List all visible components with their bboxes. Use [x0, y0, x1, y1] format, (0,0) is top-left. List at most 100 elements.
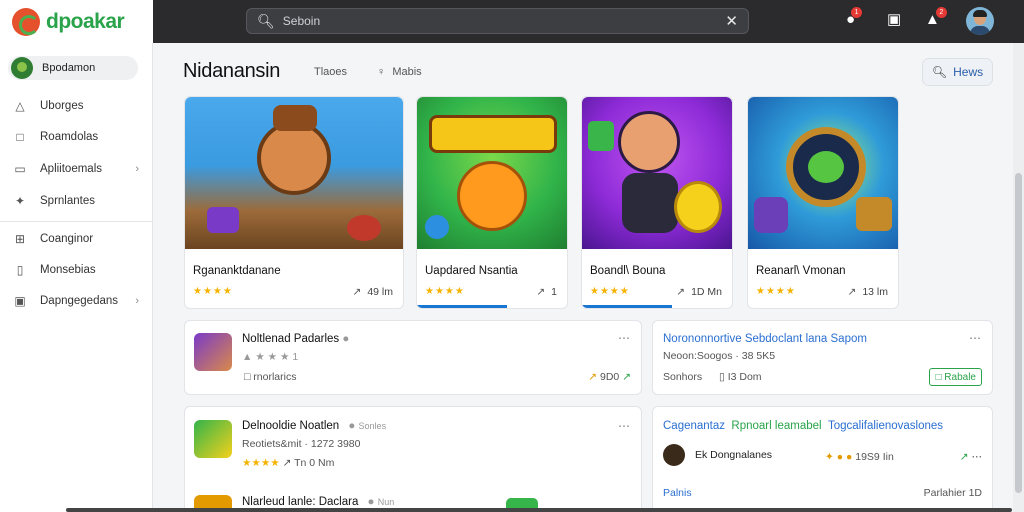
- feed-line: Reotiets&mit · 1272 3980: [242, 438, 361, 450]
- game-character: [257, 121, 331, 195]
- notification-badge: 1: [851, 7, 863, 18]
- game-character: [674, 181, 722, 233]
- window-icon: ▭: [14, 162, 26, 176]
- sidebar-item-7[interactable]: ▣ Dapngegedans ›: [0, 289, 153, 313]
- settings-icon: ✦: [14, 194, 26, 208]
- vertical-scrollbar[interactable]: [1013, 43, 1024, 512]
- game-character: [618, 111, 680, 173]
- more-options-icon[interactable]: ⋯: [618, 419, 631, 433]
- rating-stars: ★★★★: [756, 286, 796, 297]
- game-character: [622, 173, 678, 233]
- close-icon[interactable]: ✕: [725, 12, 738, 30]
- trend-icon: ↗: [588, 371, 598, 383]
- tab-label: Mabis: [392, 66, 422, 78]
- news-foot-left[interactable]: Palnis: [663, 487, 692, 499]
- sidebar-item-6[interactable]: ▯ Monsebias: [0, 258, 153, 282]
- logo-mark-icon: [12, 7, 40, 36]
- feed-meta: ★★★★ ↗ Tn 0 Nm: [242, 457, 335, 469]
- sidebar-user[interactable]: Bpodamon: [8, 56, 138, 80]
- game-meta: ↗ 1D Mn: [676, 286, 722, 298]
- news-item[interactable]: Cagenantaz Rpnoarl leamabel Togcalifalie…: [652, 406, 993, 512]
- search-icon: 🔍︎: [257, 12, 275, 29]
- scrollbar-thumb[interactable]: [1015, 173, 1022, 493]
- sidebar-item-4[interactable]: ✦ Sprnlantes: [0, 189, 153, 213]
- bulb-icon: △: [15, 99, 25, 113]
- game-character: [808, 151, 844, 183]
- target-icon: ▣: [14, 294, 26, 308]
- info-icon: ●: [348, 420, 356, 432]
- news-meta: ✦ ● ● 19S9 Iin: [825, 451, 894, 463]
- game-meta: ↗ 1: [536, 286, 557, 298]
- book-icon: □: [16, 130, 24, 144]
- news-button[interactable]: 🔍︎ Hews: [922, 58, 993, 86]
- sidebar-item-5[interactable]: ⊞ Coanginor: [0, 227, 153, 251]
- game-item: [425, 215, 449, 239]
- trend-icon: ↗: [847, 286, 857, 298]
- user-icon: ♀︎: [377, 66, 386, 78]
- trend-icon: ↗: [536, 286, 546, 298]
- reaction-icons: ✦ ● ●: [825, 451, 853, 463]
- game-item: [347, 215, 381, 241]
- calendar-icon: ▯: [719, 371, 725, 383]
- controller-icon[interactable]: ● 1: [846, 7, 863, 29]
- top-bar: dpoakar 🔍︎ Seboin ✕ ● 1 ▣ ▲ 2: [0, 0, 1024, 43]
- rating-stars: ★★★★: [193, 286, 233, 297]
- game-card[interactable]: Reanarl\ Vmonan ★★★★ ↗ 13 lm: [747, 96, 899, 309]
- news-date: ▯ I3 Dom: [719, 371, 762, 383]
- bell-icon[interactable]: ▲ 2: [925, 7, 947, 29]
- game-name: Rgananktdanane: [193, 265, 281, 277]
- news-sub: Sonhors: [663, 371, 703, 383]
- feed-item[interactable]: Noltlenad Padarles ● ▲ ★ ★ ★ 1 □ rnorlar…: [184, 320, 642, 395]
- grid-icon: ⊞: [14, 232, 26, 246]
- game-name: Boandl\ Bouna: [590, 265, 666, 277]
- game-art: [417, 97, 567, 249]
- avatar[interactable]: [966, 7, 994, 35]
- tab-user[interactable]: ♀︎ Mabis: [377, 66, 422, 78]
- more-options-icon[interactable]: ⋯: [618, 331, 631, 345]
- more-options-icon: ⋯: [971, 451, 983, 463]
- search-icon: 🔍︎: [931, 65, 948, 79]
- notification-badge: 2: [935, 7, 947, 18]
- more-options-icon[interactable]: ⋯: [969, 331, 982, 345]
- game-card[interactable]: Boandl\ Bouna ★★★★ ↗ 1D Mn: [581, 96, 733, 309]
- game-item: [856, 197, 892, 231]
- horizontal-scrollbar[interactable]: [66, 508, 1012, 512]
- search-input[interactable]: Seboin: [283, 14, 726, 28]
- chevron-right-icon: ›: [135, 163, 139, 175]
- game-card[interactable]: Uapdared Nsantia ★★★★ ↗ 1: [416, 96, 568, 309]
- rating-stars: ★★★★: [590, 286, 630, 297]
- sidebar-item-label: Apliitoemals: [40, 163, 102, 175]
- game-logo: [429, 115, 557, 153]
- sidebar-item-2[interactable]: □ Roamdolas: [0, 125, 153, 149]
- trend-icon: ↗: [352, 286, 362, 298]
- divider: [0, 221, 153, 222]
- news-title: Cagenantaz Rpnoarl leamabel Togcalifalie…: [663, 420, 944, 432]
- sidebar-item-label: Dapngegedans: [40, 295, 119, 307]
- tab-tags[interactable]: Tlaoes: [314, 66, 347, 78]
- sidebar-item-1[interactable]: △ Uborges: [0, 94, 153, 118]
- feed-sub: □ rnorlarics: [244, 371, 297, 383]
- sidebar-item-label: Uborges: [40, 100, 84, 112]
- check-icon: □: [935, 371, 942, 383]
- search-bar[interactable]: 🔍︎ Seboin ✕: [246, 8, 749, 34]
- sidebar-item-label: Roamdolas: [40, 131, 99, 143]
- logo[interactable]: dpoakar: [0, 0, 153, 43]
- game-character: [457, 161, 527, 231]
- sidebar-item-label: Sprnlantes: [40, 195, 95, 207]
- feed-item[interactable]: Delnooldie Noatlen ● Sonles Reotiets&mit…: [184, 406, 642, 512]
- box-icon: □: [244, 371, 251, 383]
- share-icons[interactable]: ↗ ⋯: [960, 451, 982, 463]
- follow-button[interactable]: □ Rabale: [929, 368, 982, 386]
- feed-value: ↗ 9D0 ↗: [588, 371, 631, 383]
- feed-title: Nlarleud lanle: Daclara ● Nun: [242, 496, 395, 508]
- sidebar-item-3[interactable]: ▭ Apliitoemals ›: [0, 157, 153, 181]
- screen-icon[interactable]: ▣: [887, 11, 901, 29]
- trend-icon: ↗: [676, 286, 686, 298]
- feed-title: Delnooldie Noatlen ● Sonles: [242, 420, 387, 432]
- arrow-icon: ↗: [622, 371, 631, 383]
- news-item[interactable]: Norononnortive Sebdoclant lana Sapom Neo…: [652, 320, 993, 395]
- feed-rating: ▲ ★ ★ ★ 1: [242, 351, 299, 363]
- game-card[interactable]: Rgananktdanane ★★★★ ↗ 49 lm: [184, 96, 404, 309]
- news-button-label: Hews: [953, 65, 984, 79]
- page-title: Nidanansin: [183, 60, 281, 82]
